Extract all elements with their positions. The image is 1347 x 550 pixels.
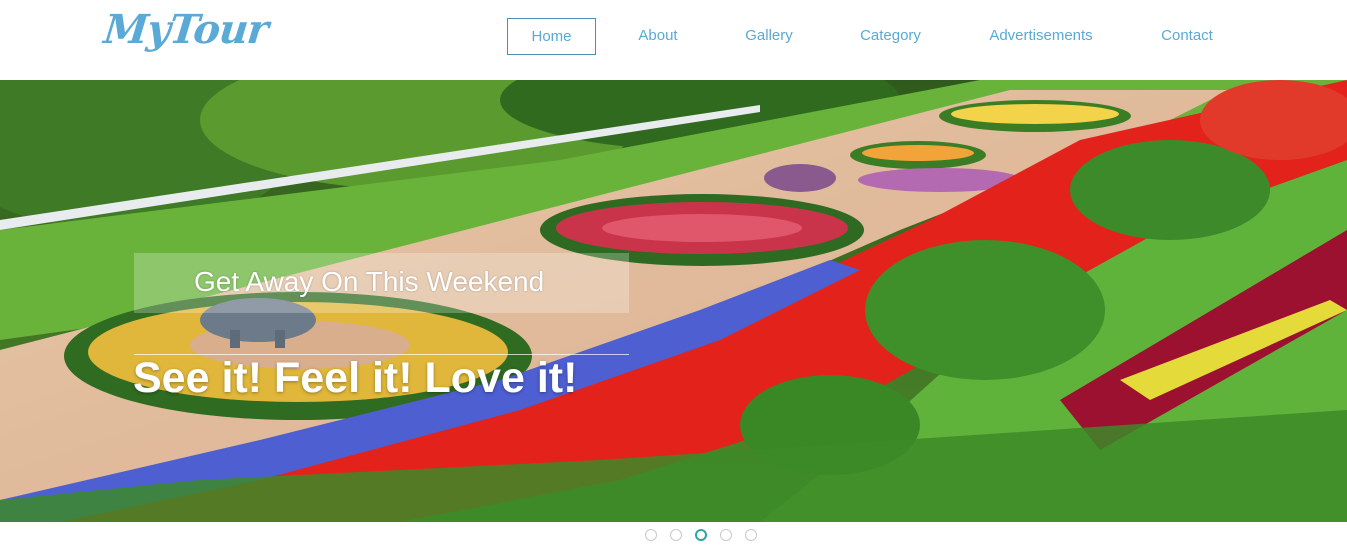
- site-header: MyTour Home About Gallery Category Adver…: [0, 0, 1347, 80]
- main-nav: Home About Gallery Category Advertisemen…: [0, 18, 1347, 55]
- hero-headline: See it! Feel it! Love it!: [133, 354, 578, 402]
- nav-contact[interactable]: Contact: [1153, 18, 1221, 55]
- nav-advertisements[interactable]: Advertisements: [981, 18, 1101, 55]
- hero-subtitle: Get Away On This Weekend: [194, 266, 545, 297]
- slider-dot-1[interactable]: [645, 529, 657, 541]
- slider-dot-4[interactable]: [720, 529, 732, 541]
- nav-gallery[interactable]: Gallery: [737, 18, 801, 55]
- nav-home[interactable]: Home: [507, 18, 596, 55]
- slider-dot-3[interactable]: [695, 529, 707, 541]
- nav-category[interactable]: Category: [852, 18, 929, 55]
- slider-dot-2[interactable]: [670, 529, 682, 541]
- nav-about[interactable]: About: [628, 18, 688, 55]
- slider-dot-5[interactable]: [745, 529, 757, 541]
- hero-slider[interactable]: Get Away On This Weekend See it! Feel it…: [0, 80, 1347, 522]
